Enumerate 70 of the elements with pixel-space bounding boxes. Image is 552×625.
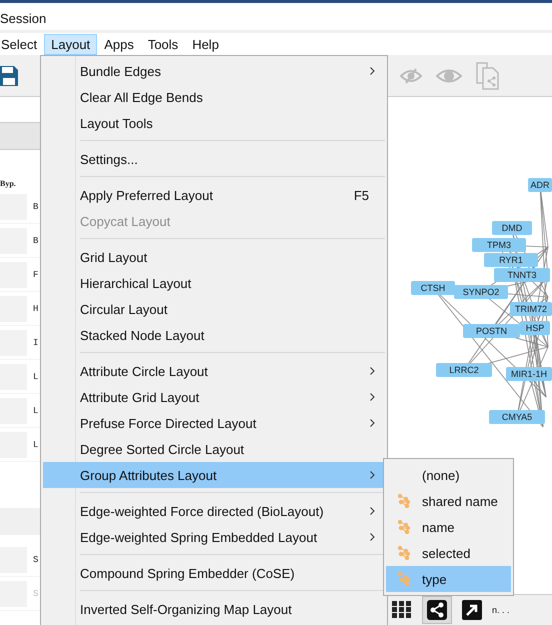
menu-item[interactable]: Stacked Node Layout <box>43 322 385 348</box>
network-node[interactable]: DMD <box>492 221 532 235</box>
chevron-icon <box>370 419 375 427</box>
menu-item[interactable]: Bundle Edges <box>43 58 385 84</box>
menu-item[interactable]: Edge-weighted Force directed (BioLayout) <box>43 498 385 524</box>
menu-item[interactable]: Compound Spring Embedder (CoSE) <box>43 560 385 586</box>
cell-text: H <box>33 304 38 314</box>
column-header: Byp. <box>0 179 16 188</box>
chevron-icon <box>370 507 375 515</box>
cell-text: I <box>33 338 38 348</box>
chevron-icon <box>370 393 375 401</box>
menu-item[interactable]: Attribute Circle Layout <box>43 358 385 384</box>
menu-title[interactable]: Select <box>0 34 44 54</box>
network-view-button[interactable] <box>422 596 452 624</box>
network-node[interactable]: RYR1 <box>484 253 538 267</box>
network-node[interactable]: SYNPO2 <box>454 285 508 299</box>
network-node[interactable]: ADR <box>528 178 552 192</box>
network-node[interactable]: TRIM72 <box>510 302 552 316</box>
menu-item[interactable]: Inverted Self-Organizing Map Layout <box>43 596 385 622</box>
window-title: Session <box>0 11 46 26</box>
network-node[interactable]: POSTN <box>463 324 520 338</box>
cell-text: B <box>33 236 38 246</box>
menu-item[interactable]: (none) <box>386 462 511 488</box>
menu-item[interactable]: Hierarchical Layout <box>43 270 385 296</box>
menu-title[interactable]: Apps <box>97 34 141 54</box>
network-icon <box>398 572 410 586</box>
cell-text: B <box>33 202 38 212</box>
save-icon[interactable] <box>0 64 18 88</box>
chevron-icon <box>370 367 375 375</box>
menu-item[interactable]: Layout Tools <box>43 110 385 136</box>
menu-title[interactable]: Help <box>185 34 226 54</box>
chevron-icon <box>370 67 375 75</box>
menu-item[interactable]: Degree Sorted Circle Layout <box>43 436 385 462</box>
menu-item[interactable]: selected <box>386 540 511 566</box>
network-icon <box>398 494 410 508</box>
network-node[interactable]: MIR1-1H <box>506 367 552 381</box>
network-node[interactable]: CTSH <box>411 281 455 295</box>
network-icon <box>398 520 410 534</box>
menu-item[interactable]: Settings... <box>43 146 385 172</box>
menu-item[interactable]: shared name <box>386 488 511 514</box>
menu-item[interactable]: Edge-weighted Spring Embedded Layout <box>43 524 385 550</box>
menu-item[interactable]: Apply Preferred Layout F5 <box>43 182 385 208</box>
cell-text: S <box>33 588 38 598</box>
panel-label[interactable]: n. . . <box>492 605 510 615</box>
menu-item[interactable]: Prefuse Force Directed Layout <box>43 410 385 436</box>
cell-text: S <box>33 554 38 564</box>
network-icon <box>398 546 410 560</box>
network-node[interactable]: HSP <box>520 321 550 335</box>
menu-item[interactable]: Attribute Grid Layout <box>43 384 385 410</box>
network-node[interactable]: TNNT3 <box>494 268 550 282</box>
menu-item[interactable]: name <box>386 514 511 540</box>
cell-text: F <box>33 270 38 280</box>
menu-item[interactable]: Clear All Edge Bends <box>43 84 385 110</box>
network-node[interactable]: LRRC2 <box>436 363 492 377</box>
shortcut-text: F5 <box>354 188 369 202</box>
grid-icon[interactable] <box>392 601 412 619</box>
network-node[interactable]: CMYA5 <box>489 410 545 424</box>
chevron-icon <box>370 533 375 541</box>
network-node[interactable]: TPM3 <box>472 238 526 252</box>
menu-title[interactable]: Layout <box>44 34 98 54</box>
menu-title[interactable]: Tools <box>140 34 186 54</box>
menu-item[interactable]: Circular Layout <box>43 296 385 322</box>
menu-item[interactable]: type <box>386 566 511 592</box>
menu-item[interactable]: Grid Layout <box>43 244 385 270</box>
cell-text: L <box>33 372 38 382</box>
cell-text: L <box>33 406 38 416</box>
menu-item[interactable]: Group Attributes Layout <box>43 462 385 488</box>
share-icon <box>427 600 447 620</box>
chevron-icon <box>370 471 375 479</box>
cell-text: L <box>33 440 38 450</box>
